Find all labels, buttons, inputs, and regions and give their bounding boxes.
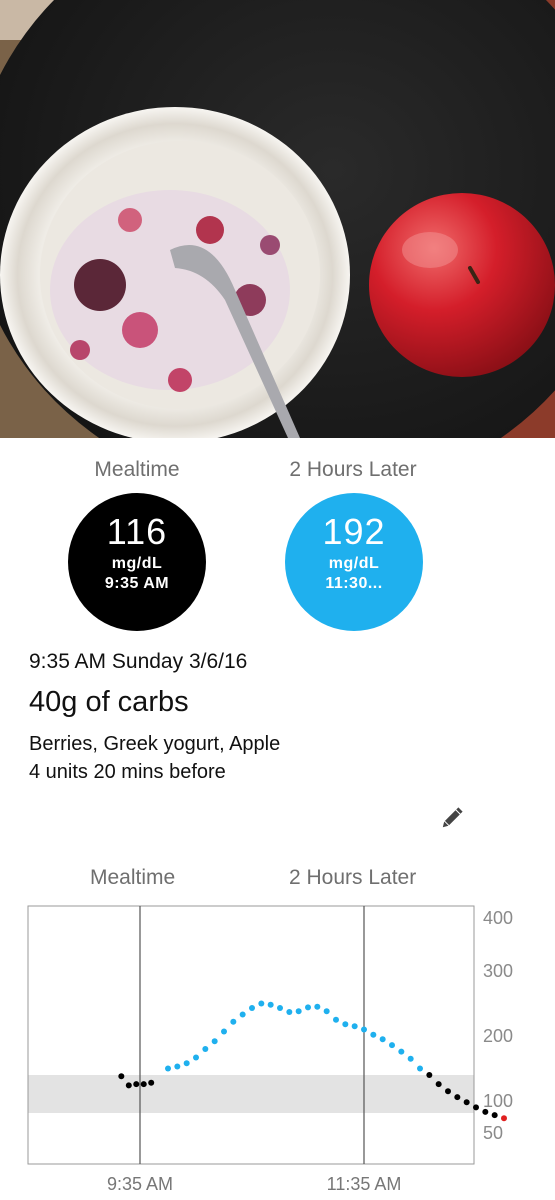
x-tick-label: 9:35 AM	[107, 1174, 173, 1194]
glucose-point	[361, 1026, 367, 1033]
glucose-point	[454, 1094, 461, 1101]
glucose-point	[258, 1000, 265, 1007]
glucose-point	[398, 1048, 405, 1055]
glucose-point	[314, 1003, 321, 1010]
meal-info: 9:35 AM Sunday 3/6/16 40g of carbs Berri…	[29, 648, 529, 786]
mealtime-time: 9:35 AM	[104, 575, 170, 592]
glucose-point	[211, 1038, 218, 1045]
glucose-point	[174, 1063, 181, 1070]
mealtime-circle[interactable]: 116 mg/dL 9:35 AM	[68, 493, 206, 631]
glucose-point	[165, 1065, 171, 1072]
glucose-point	[193, 1054, 199, 1061]
glucose-point	[140, 1081, 147, 1088]
meal-carbs: 40g of carbs	[29, 686, 189, 718]
glucose-point	[473, 1104, 479, 1111]
later-value: 192	[322, 511, 386, 552]
glucose-point	[379, 1036, 386, 1043]
glucose-point	[277, 1005, 283, 1012]
later-time: 11:30...	[325, 575, 383, 592]
x-tick-label: 11:35 AM	[327, 1174, 402, 1194]
mealtime-value: 116	[106, 511, 168, 552]
y-tick-label: 400	[483, 908, 513, 928]
mealtime-unit: mg/dL	[111, 555, 163, 572]
glucose-point	[342, 1021, 349, 1028]
glucose-point	[445, 1088, 451, 1095]
glucose-point	[463, 1099, 470, 1106]
glucose-point	[249, 1005, 255, 1012]
glucose-point	[501, 1115, 507, 1122]
y-tick-label: 50	[483, 1123, 503, 1143]
glucose-point	[417, 1065, 423, 1072]
glucose-point	[286, 1008, 293, 1015]
glucose-point	[267, 1001, 274, 1008]
target-range-band	[28, 1075, 474, 1113]
y-tick-label: 300	[483, 961, 513, 981]
glucose-point	[491, 1112, 498, 1119]
glucose-point	[305, 1004, 311, 1011]
glucose-point	[133, 1081, 140, 1088]
glucose-point	[295, 1008, 302, 1015]
meal-insulin: 4 units 20 mins before	[29, 761, 226, 783]
glucose-point	[323, 1008, 330, 1015]
glucose-point	[148, 1079, 155, 1086]
glucose-point	[239, 1011, 246, 1018]
later-circle[interactable]: 192 mg/dL 11:30...	[285, 493, 423, 631]
glucose-point	[183, 1060, 190, 1067]
mealtime-label: Mealtime	[94, 458, 180, 481]
chart-frame	[27, 905, 475, 1165]
meal-photo	[0, 0, 555, 438]
y-tick-label: 200	[483, 1026, 513, 1046]
chart-header: Mealtime 2 Hours Later	[0, 862, 555, 896]
meal-datetime: 9:35 AM Sunday 3/6/16	[29, 650, 248, 673]
glucose-point	[482, 1108, 489, 1115]
chart-mealtime-label: Mealtime	[90, 866, 176, 889]
later-label: 2 Hours Later	[289, 458, 417, 481]
glucose-chart: 400 300 200 100 50 9:35 AM 11:35 AM	[0, 900, 555, 1200]
pencil-icon	[442, 807, 463, 828]
glucose-point	[333, 1016, 339, 1023]
chart-later-label: 2 Hours Later	[289, 866, 417, 889]
glucose-point	[125, 1082, 132, 1089]
glucose-point	[351, 1023, 358, 1030]
glucose-point	[221, 1028, 227, 1035]
later-unit: mg/dL	[328, 555, 380, 572]
glucose-point	[407, 1055, 414, 1062]
glucose-point	[389, 1042, 395, 1049]
glucose-chart-svg: 400 300 200 100 50 9:35 AM 11:35 AM	[27, 905, 513, 1194]
edit-button[interactable]	[438, 804, 466, 832]
meal-foods: Berries, Greek yogurt, Apple	[29, 733, 281, 755]
glucose-point	[370, 1031, 377, 1038]
glucose-point	[435, 1081, 442, 1088]
glucose-point	[118, 1073, 125, 1080]
glucose-point	[426, 1072, 433, 1078]
glucose-readings: Mealtime 116 mg/dL 9:35 AM 2 Hours Later…	[0, 438, 555, 638]
y-tick-label: 100	[483, 1091, 513, 1111]
glucose-point	[230, 1018, 237, 1025]
glucose-point	[202, 1046, 209, 1052]
